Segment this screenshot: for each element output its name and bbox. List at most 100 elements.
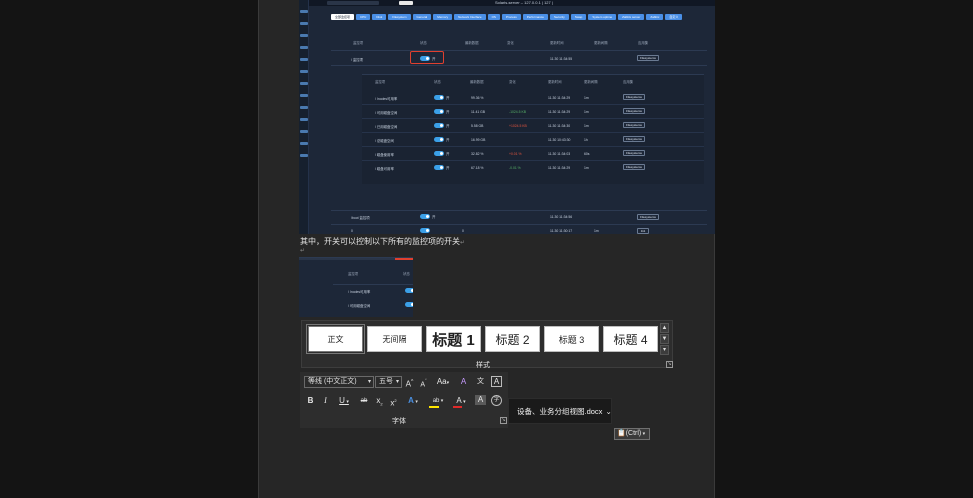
character-border-icon[interactable]: A bbox=[491, 376, 502, 387]
boot-switch-toggle[interactable] bbox=[420, 214, 430, 219]
sub-row-interval: 1h bbox=[584, 138, 588, 142]
monitor-tab-chip[interactable]: 全部监控项 bbox=[331, 14, 355, 20]
sub-col-item: 监控项 bbox=[375, 80, 386, 84]
clear-formatting-icon[interactable]: A bbox=[458, 376, 469, 388]
sub-row-name: / 可用磁盘空间 bbox=[375, 111, 398, 115]
change-case-icon[interactable]: Aa▾ bbox=[434, 376, 452, 388]
sub-switch-toggle[interactable] bbox=[434, 95, 444, 100]
enclose-characters-glyph: 字 bbox=[493, 397, 500, 403]
sub-row-change: -1024.5 KB bbox=[509, 110, 526, 114]
sub-row-value: 99.36 % bbox=[471, 96, 484, 100]
monitor-tab-chip[interactable]: General bbox=[412, 14, 432, 20]
sub-row-time: 11.30 10:43:30 bbox=[548, 138, 571, 142]
screenshot2-red-marker bbox=[395, 258, 413, 260]
sub-row-app: Filesystems bbox=[623, 150, 645, 156]
monitor-tab-chip[interactable]: Performance bbox=[522, 14, 548, 20]
clipboard-icon: 📋 bbox=[617, 430, 626, 437]
sub-row-state: 开 bbox=[446, 124, 450, 128]
sub-row-change: +0.01 % bbox=[509, 152, 522, 156]
monitor-tab-chip[interactable]: OS bbox=[487, 14, 500, 20]
monitor-tab-chip[interactable]: System uptime bbox=[588, 14, 617, 20]
col-header-change: 变化 bbox=[507, 41, 514, 45]
grow-font-icon[interactable]: A^ bbox=[404, 376, 415, 389]
subscript-icon[interactable]: x2 bbox=[375, 395, 384, 407]
style-no-spacing[interactable]: 无间隔 bbox=[367, 326, 422, 352]
s2-switch-toggle[interactable] bbox=[405, 288, 413, 293]
sub-switch-toggle[interactable] bbox=[434, 165, 444, 170]
embedded-screenshot-monitoring[interactable]: Solaris-server – 127.0.0.1 | 127 | 全部监控项… bbox=[299, 0, 715, 234]
bold-glyph: B bbox=[307, 396, 314, 405]
monitor-tab-chip[interactable]: Security bbox=[549, 14, 569, 20]
superscript-icon[interactable]: x2 bbox=[389, 395, 398, 408]
style-heading-1[interactable]: 标题 1 bbox=[426, 326, 481, 352]
sub-switch-toggle[interactable] bbox=[434, 123, 444, 128]
row-name: / 监控项 bbox=[351, 58, 364, 62]
row-state: 开 bbox=[432, 215, 436, 219]
body-paragraph[interactable]: 其中，开关可以控制以下所有的监控项的开关↵ bbox=[300, 236, 465, 247]
character-shading-glyph: A bbox=[477, 395, 484, 404]
last-switch-toggle[interactable] bbox=[420, 228, 430, 233]
font-launcher-icon[interactable]: ↘ bbox=[500, 417, 507, 424]
col-header-app: 应用集 bbox=[638, 41, 649, 45]
sub-switch-toggle[interactable] bbox=[434, 137, 444, 142]
phonetic-guide-icon[interactable]: 文 bbox=[475, 376, 486, 388]
pilcrow-mark: ↵ bbox=[460, 240, 466, 246]
sub-row-name: / 磁盘使用率 bbox=[375, 153, 394, 157]
font-family-select[interactable]: 等线 (中文正文) ▾ bbox=[304, 376, 374, 388]
sub-col-interval: 更新间隔 bbox=[584, 80, 598, 84]
chevron-down-icon: ▾ bbox=[367, 379, 371, 385]
bold-icon[interactable]: B bbox=[306, 395, 315, 407]
embedded-screenshot-switch[interactable]: 监控项 状态 / Inodes可用率 / 可用磁盘空间 bbox=[299, 257, 413, 317]
sub-monitor-row: / 磁盘可用率 开 67.18 % -0.01 % 11.30 11:34:29… bbox=[362, 161, 704, 175]
monitor-tab-chip[interactable]: Memory bbox=[433, 14, 453, 20]
styles-more-button[interactable]: ▾ bbox=[660, 345, 669, 355]
sub-row-change: -0.01 % bbox=[509, 166, 521, 170]
enclose-characters-icon[interactable]: 字 bbox=[491, 395, 502, 406]
monitor-tab-chip[interactable]: Zabbix server bbox=[618, 14, 645, 20]
nav-item bbox=[300, 58, 308, 61]
s2-switch-toggle[interactable] bbox=[405, 302, 413, 307]
style-heading-4[interactable]: 标题 4 bbox=[603, 326, 658, 352]
sub-col-app: 应用集 bbox=[623, 80, 634, 84]
s2-col-item: 监控项 bbox=[348, 272, 359, 276]
sub-row-state: 开 bbox=[446, 138, 450, 142]
strikethrough-glyph: ab bbox=[360, 398, 368, 404]
style-heading-2[interactable]: 标题 2 bbox=[485, 326, 540, 352]
monitor-tab-chip[interactable]: CPU bbox=[356, 14, 371, 20]
row-interval: 1m bbox=[594, 229, 599, 233]
sub-row-interval: 1m bbox=[584, 166, 589, 170]
character-shading-icon[interactable]: A bbox=[475, 395, 486, 405]
monitor-tab-chip[interactable]: 自定义 bbox=[665, 14, 683, 20]
monitor-tab-chip[interactable]: Network Interface bbox=[454, 14, 486, 20]
sub-monitor-row: / 已用磁盘空间 开 5.58 GB +1024.5 KB 11.30 11:3… bbox=[362, 119, 704, 133]
sub-monitor-row: / Inodes可用率 开 99.36 % 11.30 11:34:29 1m … bbox=[362, 91, 704, 105]
monitor-tab-chip[interactable]: Zabbix bbox=[646, 14, 664, 20]
monitor-tab-chip[interactable]: Process bbox=[501, 14, 521, 20]
sub-col-time: 更新时间 bbox=[548, 80, 562, 84]
col-header-time: 更新时间 bbox=[550, 41, 564, 45]
shrink-font-icon[interactable]: Aˇ bbox=[418, 376, 429, 388]
strikethrough-icon[interactable]: ab bbox=[358, 395, 370, 407]
font-size-select[interactable]: 五号 ▾ bbox=[375, 376, 402, 388]
monitor-tab-chip[interactable]: Filesystem bbox=[388, 14, 411, 20]
styles-launcher-icon[interactable]: ↘ bbox=[666, 361, 673, 368]
row-time: 11.30 11:30:17 bbox=[550, 229, 573, 233]
text-effects-icon[interactable]: A ▾ bbox=[404, 395, 422, 407]
style-normal[interactable]: 正文 bbox=[306, 324, 365, 354]
sub-switch-toggle[interactable] bbox=[434, 151, 444, 156]
screenshot-search-input bbox=[327, 1, 379, 5]
styles-scroll-down-button[interactable]: ▼ bbox=[660, 334, 669, 344]
monitor-tab-chip[interactable]: Disk bbox=[372, 14, 387, 20]
underline-icon[interactable]: U ▾ bbox=[335, 395, 353, 407]
sub-row-value: 32.82 % bbox=[471, 152, 484, 156]
italic-icon[interactable]: I bbox=[321, 395, 330, 407]
style-heading-3[interactable]: 标题 3 bbox=[544, 326, 599, 352]
sub-switch-toggle[interactable] bbox=[434, 109, 444, 114]
sub-row-interval: 1m bbox=[584, 124, 589, 128]
row-name: 0 bbox=[351, 229, 353, 233]
paragraph-mark: ↵ bbox=[300, 248, 306, 254]
styles-scroll-up-button[interactable]: ▲ bbox=[660, 323, 669, 333]
nav-item bbox=[300, 94, 308, 97]
paste-options-button[interactable]: 📋(Ctrl) ▾ bbox=[614, 428, 650, 440]
monitor-tab-chip[interactable]: Swap bbox=[570, 14, 587, 20]
